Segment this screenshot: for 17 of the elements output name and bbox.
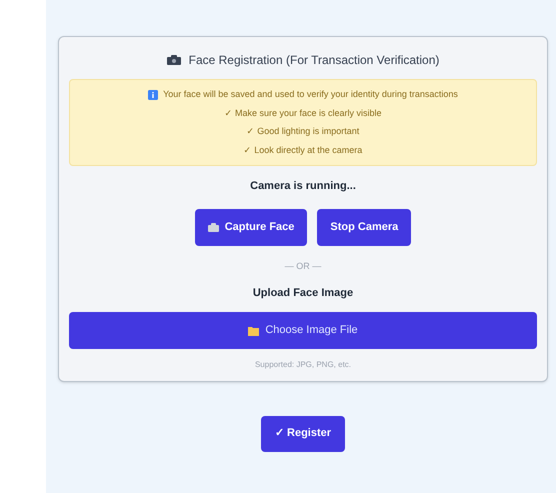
card-title: Face Registration (For Transaction Verification) [188,52,440,69]
tip-text: ✓ Look directly at the camera [244,144,362,157]
camera-icon [166,55,181,65]
upload-hint: Supported: JPG, PNG, etc. [254,358,352,370]
tip-text: ✓ Make sure your face is clearly visible [224,106,382,120]
notice-text: Your face will be saved and used to verify your identity during transactions [163,88,458,101]
tip-text: ✓ Good lighting is important [246,125,360,138]
register-button[interactable]: ✓ Register [260,416,346,452]
or-divider: — OR — [284,260,322,272]
capture-button[interactable]: Capture Face [194,208,308,246]
choose-file-button[interactable]: Choose Image File [69,312,537,348]
stop-camera-button[interactable]: Stop Camera [317,208,412,246]
upload-heading: Upload Face Image [252,286,354,301]
camera-icon [208,222,219,232]
folder-icon [248,324,260,336]
info-icon [148,90,158,100]
camera-status: Camera is running... [250,179,356,194]
